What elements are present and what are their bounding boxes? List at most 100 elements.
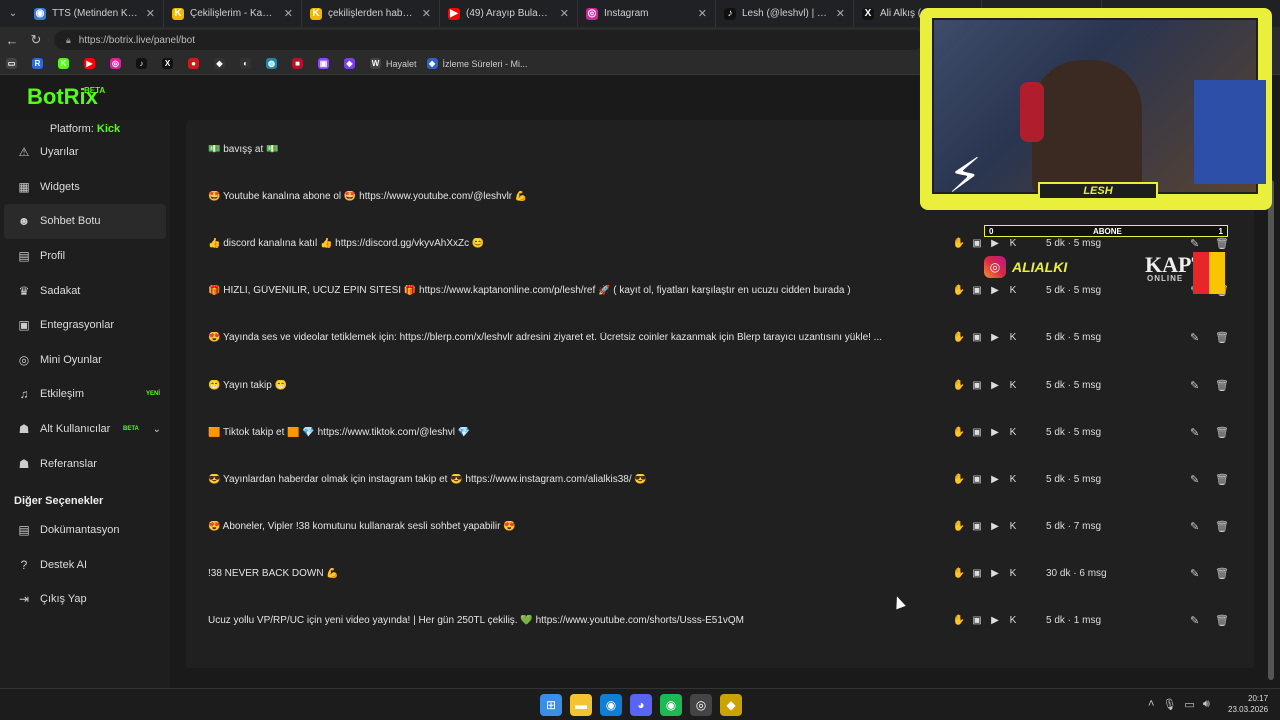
trash-icon[interactable]: 🗑︎ [1215, 237, 1229, 250]
sidebar-other-item[interactable]: ▤ Dokümantasyon [0, 513, 170, 548]
youtube-icon[interactable]: ▶ [989, 238, 1001, 250]
kick-hand-icon[interactable]: ✋ [953, 473, 965, 485]
discord-icon[interactable]: ◕ [630, 694, 652, 716]
twitch-icon[interactable]: ▣ [971, 426, 983, 438]
bookmark-item[interactable]: X [162, 53, 178, 75]
page-scrollbar[interactable] [1268, 180, 1274, 680]
sidebar-other-item[interactable]: ⇥ Çıkış Yap [0, 582, 170, 617]
edit-pencil-icon[interactable]: ✎ [1190, 331, 1199, 344]
bookmark-item[interactable]: ▣ [318, 53, 334, 75]
kick-hand-icon[interactable]: ✋ [953, 332, 965, 344]
youtube-icon[interactable]: ▶ [989, 285, 1001, 297]
reload-icon[interactable]: ↻ [24, 27, 48, 53]
kick-hand-icon[interactable]: ✋ [953, 285, 965, 297]
kick-icon[interactable]: K [1007, 379, 1019, 391]
kick-icon[interactable]: K [1007, 520, 1019, 532]
browser-tab[interactable]: ♪ Lesh (@leshvl) | TikTok ✕ [716, 0, 854, 27]
spotify-icon[interactable]: ◉ [660, 694, 682, 716]
kick-icon[interactable]: K [1007, 238, 1019, 250]
sidebar-item[interactable]: ⚠ Uyarılar [0, 135, 170, 170]
back-arrow-icon[interactable]: ← [0, 27, 24, 53]
botrix-logo[interactable]: BotRix BETA [27, 84, 105, 110]
tab-close-icon[interactable]: ✕ [836, 7, 845, 20]
tab-close-icon[interactable]: ✕ [560, 7, 569, 20]
edit-pencil-icon[interactable]: ✎ [1190, 237, 1199, 250]
bookmark-item[interactable]: ● [188, 53, 204, 75]
kick-hand-icon[interactable]: ✋ [953, 238, 965, 250]
trash-icon[interactable]: 🗑︎ [1215, 426, 1229, 439]
bookmark-item[interactable]: ◍ [266, 53, 282, 75]
kick-hand-icon[interactable]: ✋ [953, 615, 965, 627]
browser-tab[interactable]: Kçekilişlerden haberdar olmak ✕ [302, 0, 440, 27]
trash-icon[interactable]: 🗑︎ [1215, 331, 1229, 344]
edit-pencil-icon[interactable]: ✎ [1190, 473, 1199, 486]
twitch-icon[interactable]: ▣ [971, 520, 983, 532]
tab-close-icon[interactable]: ✕ [284, 7, 293, 20]
sidebar-item[interactable]: ▤ Profil [0, 239, 170, 274]
twitch-icon[interactable]: ▣ [971, 379, 983, 391]
chevron-down-icon[interactable]: ⌄ [153, 424, 161, 435]
sidebar-item[interactable]: ☗ Referanslar [0, 446, 170, 481]
edit-pencil-icon[interactable]: ✎ [1190, 567, 1199, 580]
browser-tab[interactable]: K Çekilişlerim - Kaptan Online ✕ [164, 0, 302, 27]
edit-pencil-icon[interactable]: ✎ [1190, 379, 1199, 392]
sidebar-item[interactable]: ▦ Widgets [0, 170, 170, 205]
bookmark-item[interactable]: W Hayalet [370, 53, 417, 75]
youtube-icon[interactable]: ▶ [989, 332, 1001, 344]
kick-icon[interactable]: K [1007, 426, 1019, 438]
obs-icon[interactable]: ◎ [690, 694, 712, 716]
bookmark-item[interactable]: ▶ [84, 53, 100, 75]
trash-icon[interactable]: 🗑︎ [1215, 473, 1229, 486]
twitch-icon[interactable]: ▣ [971, 238, 983, 250]
kick-hand-icon[interactable]: ✋ [953, 567, 965, 579]
bookmark-item[interactable]: ◐ [240, 53, 256, 75]
twitch-icon[interactable]: ▣ [971, 285, 983, 297]
edge-icon[interactable]: ◉ [600, 694, 622, 716]
tab-list-chevron-icon[interactable]: ⌄ [0, 0, 26, 27]
twitch-icon[interactable]: ▣ [971, 567, 983, 579]
edit-pencil-icon[interactable]: ✎ [1190, 614, 1199, 627]
tab-close-icon[interactable]: ✕ [422, 7, 431, 20]
url-field[interactable]: 🔒︎ https://botrix.live/panel/bot [54, 30, 924, 50]
bookmark-item[interactable]: K [58, 53, 74, 75]
tray-chevron-icon[interactable]: ˄ [1148, 698, 1154, 711]
sidebar-item[interactable]: ♛ Sadakat [0, 273, 170, 308]
bookmark-item[interactable]: ◎ [110, 53, 126, 75]
sidebar-item[interactable]: ▣ Entegrasyonlar [0, 308, 170, 343]
kick-icon[interactable]: K [1007, 285, 1019, 297]
trash-icon[interactable]: 🗑︎ [1215, 379, 1229, 392]
taskbar-clock[interactable]: 20:17 23.03.2026 [1228, 693, 1268, 715]
sidebar-item[interactable]: ◎ Mini Oyunlar [0, 343, 170, 378]
kick-hand-icon[interactable]: ✋ [953, 379, 965, 391]
kick-icon[interactable]: K [1007, 473, 1019, 485]
bookmark-item[interactable]: R [32, 53, 48, 75]
twitch-icon[interactable]: ▣ [971, 615, 983, 627]
app-icon[interactable]: ◆ [720, 694, 742, 716]
kick-hand-icon[interactable]: ✋ [953, 520, 965, 532]
youtube-icon[interactable]: ▶ [989, 379, 1001, 391]
sidebar-item[interactable]: ♫ Etkileşim YENİ [0, 377, 170, 412]
browser-tab[interactable]: ◉ TTS (Metinden Konuşmaya) ✕ [26, 0, 164, 27]
kick-icon[interactable]: K [1007, 615, 1019, 627]
youtube-icon[interactable]: ▶ [989, 567, 1001, 579]
sidebar-item[interactable]: ☗ Alt Kullanıcılar BETA ⌄ [0, 412, 170, 447]
youtube-icon[interactable]: ▶ [989, 615, 1001, 627]
file-explorer-icon[interactable]: ▬ [570, 694, 592, 716]
youtube-icon[interactable]: ▶ [989, 473, 1001, 485]
bookmark-item[interactable]: ◆ İzleme Süreleri - Mi... [426, 53, 528, 75]
trash-icon[interactable]: 🗑︎ [1215, 567, 1229, 580]
twitch-icon[interactable]: ▣ [971, 332, 983, 344]
twitch-icon[interactable]: ▣ [971, 473, 983, 485]
bookmark-item[interactable]: ◆ [214, 53, 230, 75]
sidebar-other-item[interactable]: ? Destek AI [0, 548, 170, 583]
display-icon[interactable]: ▭ [1184, 698, 1194, 711]
youtube-icon[interactable]: ▶ [989, 426, 1001, 438]
browser-tab[interactable]: ▶ (49) Arayıp Bulamadığın O E ✕ [440, 0, 578, 27]
tab-close-icon[interactable]: ✕ [146, 7, 155, 20]
kick-icon[interactable]: K [1007, 332, 1019, 344]
browser-tab[interactable]: ◎ Instagram ✕ [578, 0, 716, 27]
volume-icon[interactable]: 🔊︎ [1203, 698, 1210, 711]
tab-close-icon[interactable]: ✕ [698, 7, 707, 20]
edit-pencil-icon[interactable]: ✎ [1190, 426, 1199, 439]
bookmark-item[interactable]: ■ [292, 53, 308, 75]
